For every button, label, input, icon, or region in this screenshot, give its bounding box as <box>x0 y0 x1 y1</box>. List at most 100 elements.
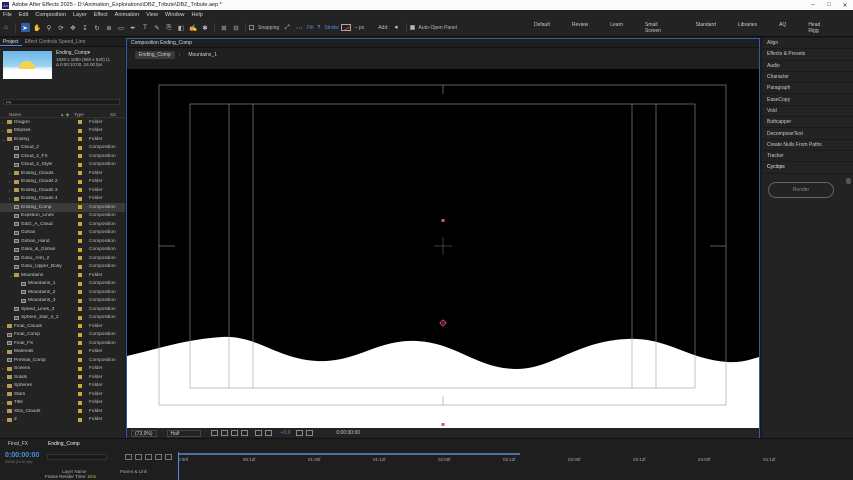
label-color-swatch[interactable] <box>78 145 82 150</box>
add-property-icon[interactable]: ● <box>392 23 401 32</box>
workspace-default[interactable]: Default <box>534 22 550 34</box>
col-size[interactable]: Siz <box>110 112 116 117</box>
pen-tool-icon[interactable]: ✒ <box>129 23 138 32</box>
project-item-row[interactable]: Mountains_2 Composition <box>0 288 125 297</box>
snapping-checkbox[interactable] <box>249 25 254 30</box>
menu-animation[interactable]: Animation <box>115 12 139 18</box>
panel-easecopy[interactable]: EaseCopy <box>762 94 853 106</box>
panel-character[interactable]: Character <box>762 72 853 84</box>
show-snapshot-icon[interactable] <box>306 430 314 436</box>
eraser-tool-icon[interactable]: ◧ <box>177 23 186 32</box>
project-item-row[interactable]: Prefinal_Comp Composition <box>0 356 125 365</box>
minimize-icon[interactable]: – <box>805 2 821 9</box>
brush-tool-icon[interactable]: ✎ <box>153 23 162 32</box>
project-item-row[interactable]: Final_FX Composition <box>0 339 125 348</box>
panel-audio[interactable]: Audio <box>762 61 853 72</box>
align-icon[interactable]: ⊞ <box>220 23 229 32</box>
stroke-label[interactable]: Stroke <box>324 25 338 31</box>
label-color-swatch[interactable] <box>78 307 82 312</box>
label-color-swatch[interactable] <box>78 128 82 133</box>
project-item-row[interactable]: › Xtra_Clouds Folder <box>0 407 125 416</box>
tab-final-fx[interactable]: Final_FX <box>8 441 28 447</box>
col-type[interactable]: Type <box>74 112 110 117</box>
roto-brush-tool-icon[interactable]: ✍ <box>189 23 198 32</box>
project-item-row[interactable]: › Spheres Folder <box>0 382 125 391</box>
project-item-row[interactable]: › Ellipses Folder <box>0 127 125 136</box>
project-item-row[interactable]: Sphere_Star_4_2 Composition <box>0 314 125 323</box>
label-color-swatch[interactable] <box>78 400 82 405</box>
label-color-swatch[interactable] <box>78 256 82 261</box>
label-color-swatch[interactable] <box>78 358 82 363</box>
guides-icon[interactable] <box>240 430 248 436</box>
project-item-row[interactable]: Goku_&_Gohan Composition <box>0 246 125 255</box>
pan-tool-icon[interactable]: ✥ <box>69 23 78 32</box>
panel-tracker[interactable]: Tracker <box>762 151 853 163</box>
project-item-row[interactable]: › Sceens Folder <box>0 365 125 374</box>
label-color-swatch[interactable] <box>78 341 82 346</box>
orbit-tool-icon[interactable]: ⟳ <box>57 23 66 32</box>
panel-buttcapper[interactable]: Buttcapper <box>762 117 853 129</box>
label-color-swatch[interactable] <box>78 137 82 142</box>
dolly-tool-icon[interactable]: ↧ <box>81 23 90 32</box>
menu-window[interactable]: Window <box>165 12 185 18</box>
menu-view[interactable]: View <box>146 12 158 18</box>
label-color-swatch[interactable] <box>78 213 82 218</box>
tab-project[interactable]: Project <box>0 39 22 46</box>
tab-ending-comp[interactable]: Ending_Comp <box>48 441 80 447</box>
panel-paragraph[interactable]: Paragraph <box>762 83 853 95</box>
project-item-row[interactable]: Speed_Lines_3 Composition <box>0 305 125 314</box>
current-time-display[interactable]: 0:00:00:00 <box>5 452 39 459</box>
workspace-learn[interactable]: Learn <box>610 22 623 34</box>
region-of-interest-icon[interactable] <box>210 430 218 436</box>
menu-help[interactable]: Help <box>192 12 203 18</box>
type-tool-icon[interactable]: T <box>141 23 150 32</box>
fill-label[interactable]: Fill <box>307 25 313 31</box>
project-item-row[interactable]: Gohan Composition <box>0 229 125 238</box>
tab-effect-controls[interactable]: Effect Controls Speed_Line <box>22 39 89 45</box>
project-item-row[interactable]: Final_Comp Composition <box>0 331 125 340</box>
menu-edit[interactable]: Edit <box>19 12 28 18</box>
project-item-row[interactable]: Cloud_2_Style Composition <box>0 161 125 170</box>
project-item-row[interactable]: Expetion_Lines Composition <box>0 212 125 221</box>
label-color-swatch[interactable] <box>78 366 82 371</box>
transparency-grid-icon[interactable] <box>220 430 228 436</box>
label-color-swatch[interactable] <box>78 179 82 184</box>
label-color-swatch[interactable] <box>78 417 82 422</box>
project-item-row[interactable]: › Stars Folder <box>0 390 125 399</box>
color-management-icon[interactable] <box>264 430 272 436</box>
hand-tool-icon[interactable]: ✋ <box>33 23 42 32</box>
label-color-swatch[interactable] <box>78 154 82 159</box>
project-item-row[interactable]: G&G_A_Cloud Composition <box>0 220 125 229</box>
label-color-swatch[interactable] <box>78 281 82 286</box>
col-parent-link[interactable]: Parent & Link <box>120 469 147 475</box>
timeline-search-input[interactable] <box>47 454 107 460</box>
label-color-swatch[interactable] <box>78 332 82 337</box>
distribute-icon[interactable]: ⊟ <box>232 23 241 32</box>
camera-snapshot-icon[interactable] <box>296 430 304 436</box>
project-item-row[interactable]: Goku_Arm_2 Composition <box>0 254 125 263</box>
zoom-dropdown[interactable]: (73,9%) <box>131 429 157 437</box>
breadcrumb-ending-comp[interactable]: Ending_Comp <box>135 50 175 59</box>
project-item-row[interactable]: › Ending_Clouds Folder <box>0 169 125 178</box>
stroke-width[interactable]: – px <box>355 25 364 31</box>
work-area-bar[interactable] <box>178 453 520 455</box>
label-color-swatch[interactable] <box>78 409 82 414</box>
panel-decomposetext[interactable]: DecomposeText <box>762 128 853 140</box>
breadcrumb-mountains[interactable]: Mountains_1 <box>184 51 221 59</box>
panel-align[interactable]: Align <box>762 38 853 50</box>
label-color-swatch[interactable] <box>78 264 82 269</box>
workspace-head-rigg[interactable]: Head Rigg <box>808 22 831 34</box>
menu-composition[interactable]: Composition <box>35 12 66 18</box>
project-item-row[interactable]: › Title Folder <box>0 399 125 408</box>
label-color-swatch[interactable] <box>78 392 82 397</box>
label-color-swatch[interactable] <box>78 205 82 210</box>
label-color-swatch[interactable] <box>78 230 82 235</box>
tab-composition[interactable]: Composition Ending_Comp <box>127 40 196 46</box>
menu-effect[interactable]: Effect <box>94 12 108 18</box>
label-color-swatch[interactable] <box>78 222 82 227</box>
label-color-swatch[interactable] <box>78 239 82 244</box>
label-color-swatch[interactable] <box>78 383 82 388</box>
project-item-row[interactable]: Mountains_3 Composition <box>0 297 125 306</box>
workspace-review[interactable]: Review <box>572 22 588 34</box>
snap-options-icon[interactable]: ⤢ <box>283 23 292 32</box>
